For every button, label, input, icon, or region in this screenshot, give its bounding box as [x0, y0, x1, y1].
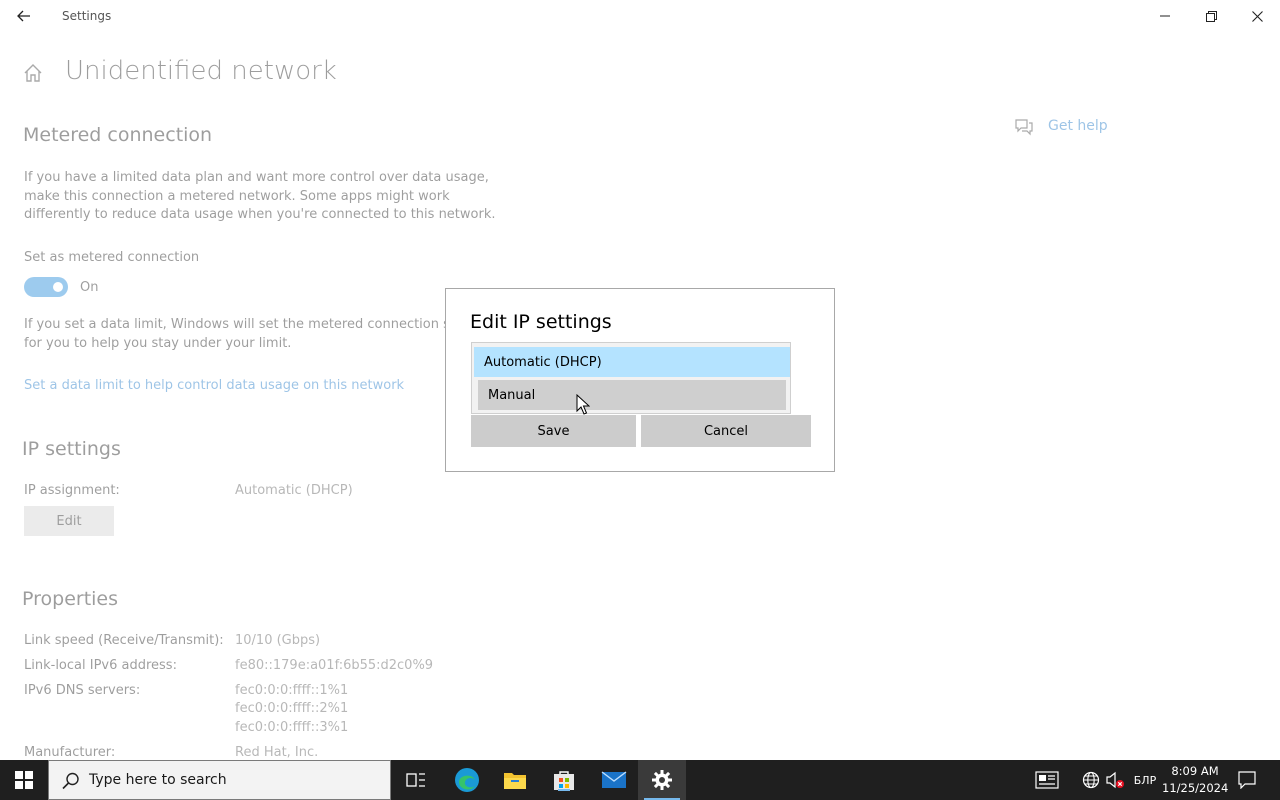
dialog-title: Edit IP settings: [470, 311, 612, 333]
option-manual[interactable]: Manual: [478, 380, 786, 410]
store-app[interactable]: [540, 760, 588, 800]
ip-settings-heading: IP settings: [22, 438, 121, 460]
cancel-button[interactable]: Cancel: [641, 415, 811, 447]
search-icon: [62, 772, 79, 790]
store-icon: [554, 771, 574, 791]
page-title: Unidentified network: [65, 56, 337, 86]
window-title: Settings: [62, 9, 112, 23]
chat-help-icon: [1015, 119, 1033, 136]
clock-time: 8:09 AM: [1171, 764, 1219, 778]
metered-description-line: make this connection a metered network. …: [24, 188, 450, 204]
data-limit-description: If you set a data limit, Windows will se…: [24, 316, 472, 353]
property-value: 10/10 (Gbps): [235, 633, 321, 648]
restore-icon: [1205, 10, 1217, 22]
notification-icon: [1238, 771, 1256, 789]
news-widget-button[interactable]: [1030, 760, 1064, 800]
settings-app[interactable]: [638, 760, 686, 800]
home-button[interactable]: [22, 62, 46, 86]
property-value: Red Hat, Inc.: [235, 745, 319, 760]
network-tray-button[interactable]: [1078, 760, 1104, 800]
globe-icon: [1082, 771, 1100, 789]
property-value: fec0:0:0:ffff::2%1: [235, 701, 349, 716]
task-view-icon: [406, 773, 425, 787]
property-value: fec0:0:0:ffff::1%1: [235, 683, 349, 698]
property-label: Link-local IPv6 address:: [24, 658, 177, 673]
restore-button[interactable]: [1188, 0, 1234, 32]
save-button[interactable]: Save: [471, 415, 636, 447]
mouse-cursor-icon: [576, 394, 590, 415]
task-view-button[interactable]: [392, 760, 440, 800]
data-limit-line: If you set a data limit, Windows will se…: [24, 317, 472, 332]
back-button[interactable]: [10, 4, 38, 28]
metered-heading: Metered connection: [23, 124, 213, 146]
ip-assignment-label: IP assignment:: [24, 483, 120, 498]
metered-toggle-label: Set as metered connection: [24, 250, 200, 265]
property-label: Manufacturer:: [24, 745, 116, 760]
file-explorer-icon: [504, 773, 526, 789]
taskbar-search-box[interactable]: Type here to search: [48, 760, 391, 800]
edit-ip-button[interactable]: Edit: [24, 506, 114, 536]
metered-description-line: differently to reduce data usage when yo…: [24, 207, 496, 222]
title-bar: Settings: [0, 0, 1280, 32]
property-label: Link speed (Receive/Transmit):: [24, 633, 224, 648]
ip-mode-dropdown-list[interactable]: Automatic (DHCP) Manual: [471, 342, 791, 414]
search-placeholder: Type here to search: [89, 772, 227, 788]
get-help-icon-wrap[interactable]: [1014, 118, 1034, 136]
notifications-button[interactable]: [1232, 760, 1262, 800]
minimize-icon: [1160, 15, 1170, 17]
arrow-left-icon: [17, 10, 30, 22]
metered-description-line: If you have a limited data plan and want…: [24, 170, 489, 185]
start-button[interactable]: [0, 760, 48, 800]
keyboard-layout-indicator[interactable]: БЛР: [1130, 760, 1160, 800]
volume-tray-button[interactable]: [1104, 760, 1126, 800]
settings-icon: [652, 770, 672, 790]
property-label: IPv6 DNS servers:: [24, 683, 141, 698]
file-explorer-app[interactable]: [491, 760, 539, 800]
taskbar-clock[interactable]: 8:09 AM 11/25/2024: [1162, 763, 1228, 797]
property-value: fec0:0:0:ffff::3%1: [235, 720, 349, 735]
toggle-knob: [53, 282, 63, 292]
get-help-link[interactable]: Get help: [1048, 118, 1108, 134]
data-limit-link[interactable]: Set a data limit to help control data us…: [24, 378, 404, 393]
home-icon: [24, 64, 42, 82]
property-value: fe80::179e:a01f:6b55:d2c0%9: [235, 658, 434, 673]
close-icon: [1251, 10, 1263, 22]
windows-logo-icon: [15, 771, 33, 789]
ip-assignment-value: Automatic (DHCP): [235, 483, 353, 498]
edit-ip-settings-dialog: Edit IP settings Automatic (DHCP) Manual…: [445, 288, 835, 472]
edge-icon: [455, 768, 479, 792]
minimize-button[interactable]: [1142, 0, 1188, 32]
edge-app[interactable]: [443, 760, 491, 800]
clock-date: 11/25/2024: [1162, 781, 1229, 795]
option-automatic-dhcp[interactable]: Automatic (DHCP): [474, 347, 790, 377]
volume-muted-icon: [1106, 771, 1124, 789]
news-icon: [1035, 771, 1059, 789]
close-button[interactable]: [1234, 0, 1280, 32]
taskbar: Type here to search БЛР 8:09 AM 11/25/20…: [0, 760, 1280, 800]
mail-icon: [601, 771, 627, 788]
properties-heading: Properties: [22, 588, 119, 610]
data-limit-line: for you to help you stay under your limi…: [24, 335, 292, 351]
mail-app[interactable]: [590, 760, 638, 800]
metered-toggle[interactable]: [24, 277, 68, 297]
metered-toggle-state: On: [80, 280, 99, 295]
metered-description: If you have a limited data plan and want…: [24, 169, 496, 225]
